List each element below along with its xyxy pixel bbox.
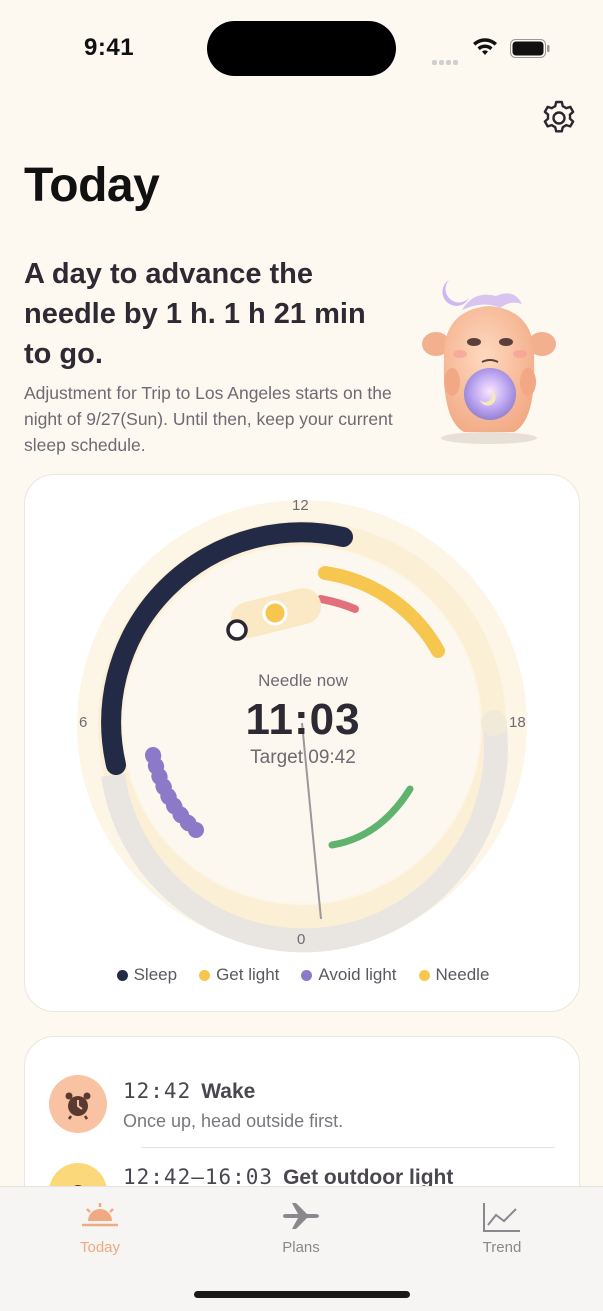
- page-title: Today: [24, 159, 160, 212]
- needle-current-time: 11:03: [245, 695, 361, 744]
- needle-now-label: Needle now: [258, 671, 348, 690]
- sun-marker: [262, 600, 288, 626]
- schedule-item-wake[interactable]: 12:42 Wake Once up, head outside first.: [25, 1073, 581, 1153]
- schedule-wake-time: 12:42: [123, 1079, 192, 1103]
- legend-label-get-light: Get light: [216, 965, 280, 984]
- battery-icon: [510, 39, 550, 58]
- wake-marker: [226, 619, 248, 641]
- tab-trend[interactable]: Trend: [442, 1201, 562, 1256]
- alarm-clock-icon: [49, 1075, 107, 1133]
- tab-today[interactable]: Today: [40, 1201, 160, 1256]
- cellular-signal-icon: [432, 52, 460, 70]
- legend-sleep: Sleep: [116, 965, 178, 985]
- status-bar: 9:41: [0, 0, 603, 96]
- legend-label-avoid-light: Avoid light: [318, 965, 397, 984]
- legend-dot-get-light: [199, 969, 211, 981]
- dynamic-island: [207, 21, 396, 76]
- legend-label-sleep: Sleep: [133, 965, 178, 984]
- wifi-icon: [473, 38, 497, 55]
- legend-dot-sleep: [116, 969, 128, 981]
- tab-plans[interactable]: Plans: [241, 1201, 361, 1256]
- tab-today-label: Today: [79, 1239, 121, 1256]
- legend-needle: Needle: [418, 965, 490, 985]
- legend-get-light: Get light: [199, 965, 279, 985]
- home-indicator: [194, 1291, 410, 1298]
- summary-description: Adjustment for Trip to Los Angeles start…: [24, 383, 393, 455]
- legend-dot-avoid-light: [301, 969, 313, 981]
- tick-label-0: 0: [297, 931, 306, 948]
- legend-label-needle: Needle: [435, 965, 490, 984]
- dial-center: Needle now 11:03 Target 09:42: [25, 671, 581, 769]
- schedule-wake-label: Wake: [201, 1080, 256, 1103]
- sleepy-mascot-illustration: [422, 280, 556, 444]
- settings-gear-icon[interactable]: [539, 98, 579, 138]
- schedule-wake-title: 12:42 Wake: [123, 1079, 255, 1104]
- chart-icon: [483, 1203, 520, 1232]
- tick-label-12: 12: [292, 497, 309, 514]
- status-time: 9:41: [84, 34, 135, 61]
- schedule-wake-description: Once up, head outside first.: [123, 1111, 344, 1131]
- legend-avoid-light: Avoid light: [301, 965, 397, 985]
- legend-dot-needle: [418, 969, 430, 981]
- sunrise-icon: [82, 1203, 118, 1227]
- airplane-icon: [283, 1203, 319, 1229]
- needle-target-time: Target 09:42: [250, 747, 356, 768]
- tab-plans-label: Plans: [282, 1239, 320, 1256]
- dial-legend: Sleep Get light Avoid light Needle: [25, 965, 581, 985]
- tab-bar: Today Plans Trend: [0, 1186, 603, 1311]
- schedule-divider: [141, 1147, 555, 1148]
- sleep-dial-card: 12 6 18 0 Needle now 11:03 Target 09:42 …: [24, 474, 580, 1012]
- summary-headline: A day to advance the needle by 1 h. 1 h …: [24, 258, 366, 370]
- tab-trend-label: Trend: [482, 1239, 522, 1256]
